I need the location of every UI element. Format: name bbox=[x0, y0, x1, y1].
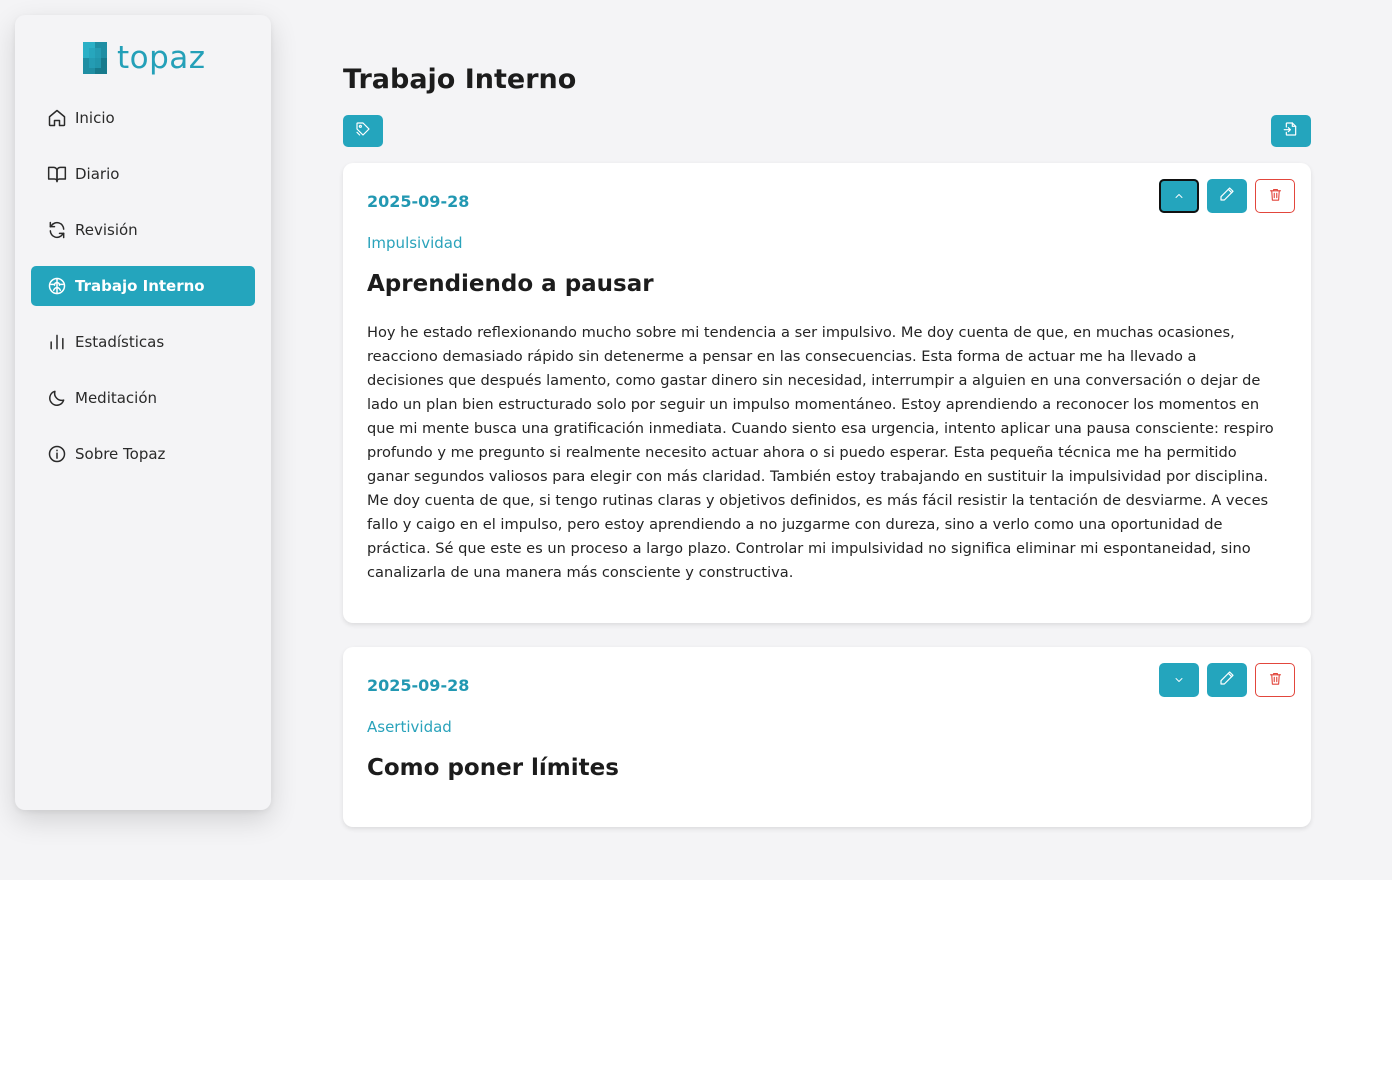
sidebar-item-label: Sobre Topaz bbox=[75, 445, 166, 463]
sidebar-item-label: Inicio bbox=[75, 109, 115, 127]
sidebar-item-diario[interactable]: Diario bbox=[31, 154, 255, 194]
file-import-icon bbox=[1283, 121, 1299, 141]
entry-date: 2025-09-28 bbox=[367, 192, 470, 211]
chevron-down-icon bbox=[1173, 671, 1185, 690]
moon-icon bbox=[47, 388, 67, 408]
brand-logo[interactable]: topaz bbox=[83, 40, 206, 76]
delete-button[interactable] bbox=[1255, 663, 1295, 697]
refresh-icon bbox=[47, 220, 67, 240]
pencil-icon bbox=[1219, 670, 1235, 690]
collapse-button[interactable] bbox=[1159, 179, 1199, 213]
entry-category[interactable]: Asertividad bbox=[367, 718, 452, 736]
sidebar-item-label: Trabajo Interno bbox=[75, 277, 205, 295]
import-button[interactable] bbox=[1271, 115, 1311, 147]
sidebar-item-meditacion[interactable]: Meditación bbox=[31, 378, 255, 418]
sidebar-nav: Inicio Diario Revisión Trabajo Interno E… bbox=[31, 98, 255, 490]
sidebar-item-inicio[interactable]: Inicio bbox=[31, 98, 255, 138]
entry-body: Hoy he estado reflexionando mucho sobre … bbox=[367, 324, 1274, 581]
edit-button[interactable] bbox=[1207, 179, 1247, 213]
entry-actions bbox=[1159, 663, 1295, 697]
bar-chart-icon bbox=[47, 332, 67, 352]
sidebar-item-revision[interactable]: Revisión bbox=[31, 210, 255, 250]
sidebar-item-label: Revisión bbox=[75, 221, 138, 239]
sidebar: topaz Inicio Diario Revisión Trabajo Int… bbox=[15, 15, 271, 810]
sidebar-item-sobre-topaz[interactable]: Sobre Topaz bbox=[31, 434, 255, 474]
sidebar-item-trabajo-interno[interactable]: Trabajo Interno bbox=[31, 266, 255, 306]
delete-button[interactable] bbox=[1255, 179, 1295, 213]
chevron-up-icon bbox=[1173, 187, 1185, 206]
entry-date: 2025-09-28 bbox=[367, 676, 470, 695]
sidebar-item-label: Diario bbox=[75, 165, 120, 183]
trash-icon bbox=[1268, 671, 1283, 690]
sidebar-item-estadisticas[interactable]: Estadísticas bbox=[31, 322, 255, 362]
brain-icon bbox=[47, 276, 67, 296]
entry-title: Como poner límites bbox=[367, 755, 619, 781]
book-icon bbox=[47, 164, 67, 184]
expand-button[interactable] bbox=[1159, 663, 1199, 697]
pencil-icon bbox=[1219, 186, 1235, 206]
tags-icon bbox=[355, 121, 371, 141]
entry-actions bbox=[1159, 179, 1295, 213]
entry-title: Aprendiendo a pausar bbox=[367, 271, 654, 297]
gem-icon bbox=[83, 42, 107, 74]
info-icon bbox=[47, 444, 67, 464]
sidebar-item-label: Meditación bbox=[75, 389, 158, 407]
trash-icon bbox=[1268, 187, 1283, 206]
brand-name: topaz bbox=[117, 40, 206, 76]
sidebar-item-label: Estadísticas bbox=[75, 333, 165, 351]
home-icon bbox=[47, 108, 67, 128]
page-title: Trabajo Interno bbox=[343, 64, 577, 95]
entry-card: 2025-09-28 Asertividad Como poner límite… bbox=[343, 647, 1311, 827]
edit-button[interactable] bbox=[1207, 663, 1247, 697]
tags-button[interactable] bbox=[343, 115, 383, 147]
entry-category[interactable]: Impulsividad bbox=[367, 234, 463, 252]
entry-card: 2025-09-28 Impulsividad Aprendiendo a pa… bbox=[343, 163, 1311, 623]
